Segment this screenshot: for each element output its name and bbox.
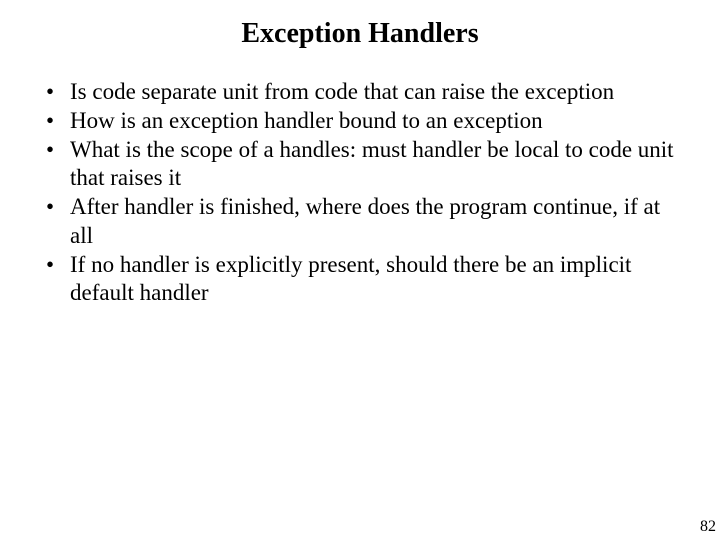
slide-title: Exception Handlers [0, 0, 720, 50]
bullet-list: Is code separate unit from code that can… [40, 78, 680, 308]
page-number: 82 [700, 518, 716, 536]
slide: Exception Handlers Is code separate unit… [0, 0, 720, 540]
list-item: After handler is finished, where does th… [40, 193, 680, 251]
list-item: Is code separate unit from code that can… [40, 78, 680, 107]
list-item: How is an exception handler bound to an … [40, 107, 680, 136]
slide-body: Is code separate unit from code that can… [0, 50, 720, 308]
list-item: What is the scope of a handles: must han… [40, 136, 680, 194]
list-item: If no handler is explicitly present, sho… [40, 251, 680, 309]
